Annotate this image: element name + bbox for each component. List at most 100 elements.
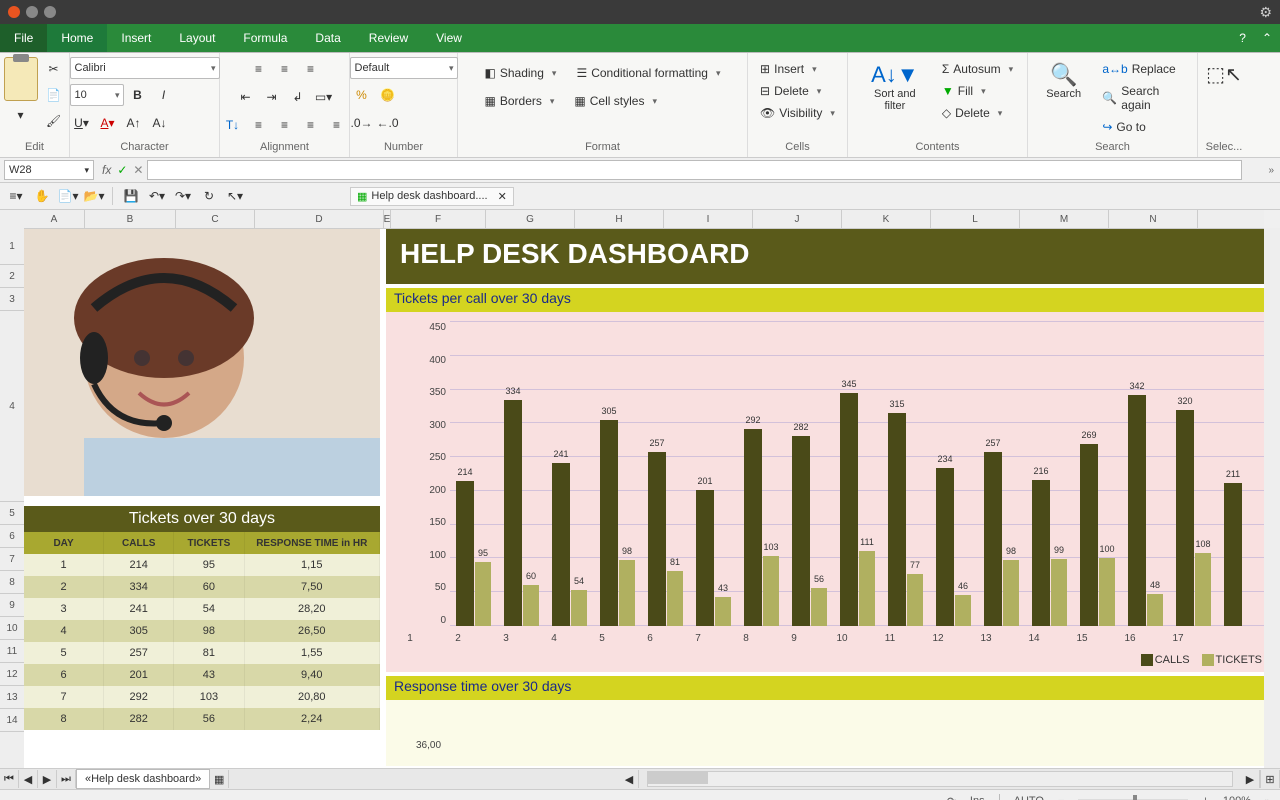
col-header-G[interactable]: G (486, 210, 575, 228)
align-left-icon[interactable]: ≡ (247, 113, 271, 137)
align-center-icon[interactable]: ≡ (273, 113, 297, 137)
row-header-5[interactable]: 5 (0, 502, 24, 525)
zoom-out-icon[interactable]: − (1058, 795, 1064, 800)
col-header-F[interactable]: F (391, 210, 486, 228)
align-middle-icon[interactable]: ≡ (273, 57, 297, 81)
sheet-nav-next[interactable]: ▶ (38, 770, 57, 788)
row-header-14[interactable]: 14 (0, 709, 24, 732)
refresh-icon[interactable]: ⟳ (947, 795, 956, 800)
tab-formula[interactable]: Formula (229, 24, 301, 52)
col-header-A[interactable]: A (24, 210, 85, 228)
italic-button[interactable]: I (152, 83, 176, 107)
cancel-icon[interactable]: ✕ (133, 163, 143, 177)
row-header-10[interactable]: 10 (0, 617, 24, 640)
column-headers[interactable]: ABCDEFGHIJKLMN (24, 210, 1264, 229)
increase-indent-icon[interactable]: ⇥ (260, 85, 284, 109)
cut-icon[interactable]: ✂ (42, 57, 66, 81)
undo-icon[interactable]: ↶▾ (145, 184, 169, 208)
tab-review[interactable]: Review (355, 24, 422, 52)
col-header-I[interactable]: I (664, 210, 753, 228)
hscroll-left[interactable]: ◀ (620, 770, 639, 788)
row-header-3[interactable]: 3 (0, 288, 24, 311)
col-header-N[interactable]: N (1109, 210, 1198, 228)
tab-insert[interactable]: Insert (107, 24, 165, 52)
hand-icon[interactable]: ✋ (30, 184, 54, 208)
table-row[interactable]: 5257811,55 (24, 642, 380, 664)
insert-cells-button[interactable]: ⊞Insert (755, 59, 822, 79)
new-doc-icon[interactable]: 📄▾ (56, 184, 80, 208)
cursor-icon[interactable]: ↖▾ (223, 184, 247, 208)
help-button[interactable]: ? (1231, 31, 1254, 45)
redo-icon[interactable]: ↷▾ (171, 184, 195, 208)
row-header-4[interactable]: 4 (0, 311, 24, 502)
goto-button[interactable]: ↪Go to (1097, 117, 1150, 137)
search-button[interactable]: 🔍 Search (1034, 57, 1093, 105)
row-header-2[interactable]: 2 (0, 265, 24, 288)
cell-styles-button[interactable]: ▦Cell styles (569, 91, 662, 111)
col-header-H[interactable]: H (575, 210, 664, 228)
fill-button[interactable]: ▼Fill (937, 81, 991, 101)
sheet-nav-first[interactable]: ⏮ (0, 770, 19, 788)
delete-contents-button[interactable]: ◇Delete (937, 103, 1007, 123)
col-header-E[interactable]: E (384, 210, 391, 228)
font-name-select[interactable]: Calibri (70, 57, 220, 79)
tab-layout[interactable]: Layout (165, 24, 229, 52)
tab-home[interactable]: Home (47, 24, 107, 52)
increase-decimal-icon[interactable]: .0→ (350, 111, 374, 135)
open-icon[interactable]: 📂▾ (82, 184, 106, 208)
borders-button[interactable]: ▦Borders (480, 91, 560, 111)
hscroll-right[interactable]: ▶ (1241, 770, 1260, 788)
row-header-8[interactable]: 8 (0, 571, 24, 594)
name-box[interactable]: W28▾ (4, 160, 94, 180)
sheet-nav-prev[interactable]: ◀ (19, 770, 38, 788)
text-direction-icon[interactable]: T↓ (221, 113, 245, 137)
table-row[interactable]: 8282562,24 (24, 708, 380, 730)
search-again-button[interactable]: 🔍Search again (1097, 81, 1191, 115)
row-headers[interactable]: 1234567891011121314 (0, 210, 25, 768)
underline-button[interactable]: U▾ (70, 111, 94, 135)
autosum-button[interactable]: ΣAutosum (937, 59, 1018, 79)
align-justify-icon[interactable]: ≡ (325, 113, 349, 137)
select-mode-icon[interactable]: ≡▾ (4, 184, 28, 208)
document-tab[interactable]: ▦ Help desk dashboard.... ✕ (350, 187, 514, 206)
zoom-in-icon[interactable]: + (1202, 795, 1208, 800)
replace-button[interactable]: a↔bReplace (1097, 59, 1180, 79)
accept-icon[interactable]: ✓ (117, 163, 127, 177)
row-header-13[interactable]: 13 (0, 686, 24, 709)
shading-button[interactable]: ◧Shading (480, 63, 562, 83)
repeat-icon[interactable]: ↻ (197, 184, 221, 208)
row-header-7[interactable]: 7 (0, 548, 24, 571)
sheet-tab-active[interactable]: «Help desk dashboard» (76, 769, 210, 789)
align-right-icon[interactable]: ≡ (299, 113, 323, 137)
function-wizard-icon[interactable]: fx (102, 163, 111, 177)
add-sheet-icon[interactable]: ▦ (210, 770, 229, 788)
col-header-J[interactable]: J (753, 210, 842, 228)
tab-data[interactable]: Data (301, 24, 354, 52)
paste-icon[interactable] (4, 57, 38, 101)
collapse-ribbon-icon[interactable]: ⌃ (1254, 31, 1280, 45)
table-row[interactable]: 729210320,80 (24, 686, 380, 708)
decrease-font-icon[interactable]: A↓ (148, 111, 172, 135)
format-painter-icon[interactable]: 🖌 (42, 109, 66, 133)
window-minimize-icon[interactable] (26, 6, 38, 18)
align-bottom-icon[interactable]: ≡ (299, 57, 323, 81)
visibility-button[interactable]: 👁Visibility (755, 103, 840, 123)
row-header-1[interactable]: 1 (0, 228, 24, 265)
expand-formula-icon[interactable]: » (1262, 165, 1280, 176)
col-header-M[interactable]: M (1020, 210, 1109, 228)
table-row[interactable]: 2334607,50 (24, 576, 380, 598)
select-button[interactable]: ⬚↖ (1197, 57, 1251, 92)
col-header-K[interactable]: K (842, 210, 931, 228)
paste-options-dropdown[interactable]: ▾ (9, 103, 33, 127)
zoom-level[interactable]: 100% (1223, 795, 1251, 800)
horizontal-scrollbar[interactable] (647, 771, 1233, 787)
row-header-11[interactable]: 11 (0, 640, 24, 663)
gear-icon[interactable]: ⚙ (1259, 4, 1272, 21)
col-header-D[interactable]: D (255, 210, 384, 228)
table-row[interactable]: 1214951,15 (24, 554, 380, 576)
number-format-select[interactable]: Default (350, 57, 458, 79)
sheet-nav-last[interactable]: ⏭ (57, 770, 76, 788)
table-row[interactable]: 6201439,40 (24, 664, 380, 686)
window-maximize-icon[interactable] (44, 6, 56, 18)
col-header-C[interactable]: C (176, 210, 255, 228)
